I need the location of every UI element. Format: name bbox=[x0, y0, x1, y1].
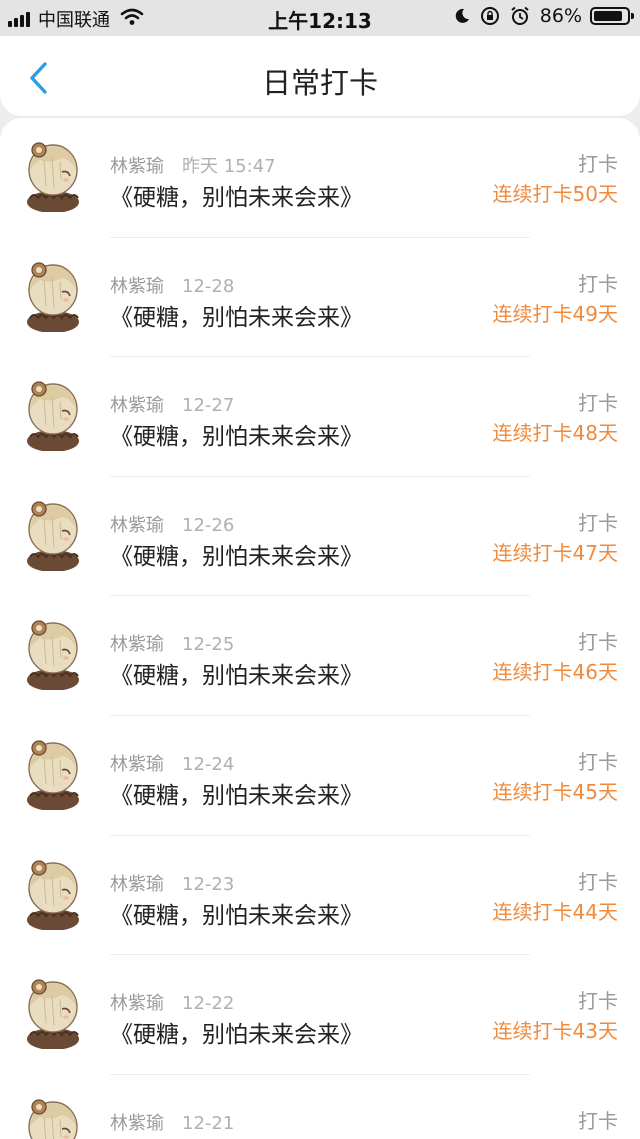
book-title[interactable]: 《硬糖，别怕未来会来》 bbox=[110, 537, 363, 571]
record-date: 昨天 15:47 bbox=[182, 156, 276, 177]
record-date: 12-26 bbox=[182, 514, 235, 536]
user-name: 林紫瑜 bbox=[110, 993, 164, 1015]
checkin-type-label: 打卡 bbox=[578, 391, 618, 416]
streak-label: 连续打卡44天 bbox=[492, 899, 618, 924]
user-name: 林紫瑜 bbox=[110, 395, 164, 417]
battery-icon bbox=[590, 7, 634, 25]
list-item[interactable]: 林紫瑜 12-21 打卡 bbox=[0, 1075, 640, 1139]
book-title[interactable]: 《硬糖，别怕未来会来》 bbox=[110, 298, 363, 332]
avatar[interactable] bbox=[22, 140, 84, 213]
record-meta: 林紫瑜 12-23 bbox=[110, 870, 234, 896]
user-name: 林紫瑜 bbox=[110, 753, 164, 775]
record-meta: 林紫瑜 12-21 bbox=[110, 1109, 234, 1135]
record-meta: 林紫瑜 12-24 bbox=[110, 750, 234, 776]
avatar[interactable] bbox=[22, 738, 84, 811]
avatar[interactable] bbox=[22, 618, 84, 692]
streak-label: 连续打卡47天 bbox=[492, 540, 618, 565]
checkin-type-label: 打卡 bbox=[578, 989, 618, 1014]
avatar[interactable] bbox=[22, 260, 84, 333]
user-name: 林紫瑜 bbox=[110, 634, 164, 656]
user-name: 林紫瑜 bbox=[110, 275, 164, 297]
list-item[interactable]: 林紫瑜 12-28 《硬糖，别怕未来会来》 打卡连续打卡49天 bbox=[0, 238, 640, 358]
record-meta: 林紫瑜 12-25 bbox=[110, 630, 234, 656]
record-meta: 林紫瑜 12-26 bbox=[110, 511, 234, 537]
book-title[interactable]: 《硬糖，别怕未来会来》 bbox=[110, 896, 363, 930]
streak-label: 连续打卡43天 bbox=[492, 1019, 618, 1044]
streak-label: 连续打卡46天 bbox=[492, 660, 618, 685]
list-item[interactable]: 林紫瑜 12-25 《硬糖，别怕未来会来》 打卡连续打卡46天 bbox=[0, 596, 640, 716]
list-item[interactable]: 林紫瑜 12-22 《硬糖，别怕未来会来》 打卡连续打卡43天 bbox=[0, 955, 640, 1075]
checkin-type-label: 打卡 bbox=[578, 1108, 618, 1133]
record-date: 12-21 bbox=[182, 1112, 235, 1134]
list-item[interactable]: 林紫瑜 12-27 《硬糖，别怕未来会来》 打卡连续打卡48天 bbox=[0, 357, 640, 477]
user-name: 林紫瑜 bbox=[110, 156, 164, 177]
status-right: 86% bbox=[454, 5, 634, 27]
status-bar: 中国联通 上午12:13 86% bbox=[0, 0, 640, 36]
checkin-type-label: 打卡 bbox=[578, 749, 618, 774]
book-title[interactable]: 《硬糖，别怕未来会来》 bbox=[110, 417, 363, 451]
battery-percent: 86% bbox=[539, 5, 582, 27]
user-name: 林紫瑜 bbox=[110, 514, 164, 536]
book-title[interactable]: 《硬糖，别怕未来会来》 bbox=[110, 1015, 363, 1049]
page-title: 日常打卡 bbox=[261, 66, 378, 100]
list-item[interactable]: 林紫瑜 12-23 《硬糖，别怕未来会来》 打卡连续打卡44天 bbox=[0, 836, 640, 956]
record-meta: 林紫瑜 昨天 15:47 bbox=[110, 152, 276, 178]
record-date: 12-27 bbox=[182, 395, 235, 417]
avatar[interactable] bbox=[22, 977, 84, 1051]
checkin-type-label: 打卡 bbox=[578, 630, 618, 655]
record-meta: 林紫瑜 12-22 bbox=[110, 989, 234, 1015]
user-name: 林紫瑜 bbox=[110, 1112, 164, 1134]
checkin-type-label: 打卡 bbox=[578, 152, 618, 176]
nav-bar: 日常打卡 bbox=[0, 36, 640, 116]
record-date: 12-24 bbox=[182, 753, 235, 775]
record-date: 12-28 bbox=[182, 275, 235, 297]
record-meta: 林紫瑜 12-28 bbox=[110, 272, 234, 298]
rotation-lock-icon bbox=[480, 6, 500, 26]
streak-label: 连续打卡45天 bbox=[492, 779, 618, 804]
user-name: 林紫瑜 bbox=[110, 873, 164, 895]
streak-label: 连续打卡49天 bbox=[492, 301, 618, 326]
checkin-list[interactable]: 林紫瑜 昨天 15:47 《硬糖，别怕未来会来》 打卡 连续打卡50天 林紫瑜 12-28 《… bbox=[0, 118, 640, 1139]
record-date: 12-25 bbox=[182, 634, 235, 656]
list-item[interactable]: 林紫瑜 12-26 《硬糖，别怕未来会来》 打卡连续打卡47天 bbox=[0, 477, 640, 597]
book-title[interactable]: 《硬糖，别怕未来会来》 bbox=[110, 776, 363, 810]
streak-label: 连续打卡50天 bbox=[492, 182, 618, 206]
list-item[interactable]: 林紫瑜 12-24 《硬糖，别怕未来会来》 打卡连续打卡45天 bbox=[0, 716, 640, 836]
avatar[interactable] bbox=[22, 499, 84, 572]
streak-label: 连续打卡48天 bbox=[492, 421, 618, 446]
alarm-icon bbox=[510, 6, 530, 26]
book-title[interactable]: 《硬糖，别怕未来会来》 bbox=[110, 178, 363, 212]
moon-icon bbox=[454, 8, 470, 24]
record-date: 12-22 bbox=[182, 993, 235, 1015]
checkin-type-label: 打卡 bbox=[578, 869, 618, 894]
avatar[interactable] bbox=[22, 379, 84, 453]
avatar[interactable] bbox=[22, 858, 84, 931]
book-title[interactable]: 《硬糖，别怕未来会来》 bbox=[110, 656, 363, 690]
record-date: 12-23 bbox=[182, 873, 235, 895]
list-item[interactable]: 林紫瑜 昨天 15:47 《硬糖，别怕未来会来》 打卡连续打卡50天 bbox=[0, 118, 640, 238]
record-meta: 林紫瑜 12-27 bbox=[110, 391, 234, 417]
checkin-type-label: 打卡 bbox=[578, 271, 618, 296]
avatar[interactable] bbox=[22, 1097, 84, 1139]
checkin-type-label: 打卡 bbox=[578, 510, 618, 535]
